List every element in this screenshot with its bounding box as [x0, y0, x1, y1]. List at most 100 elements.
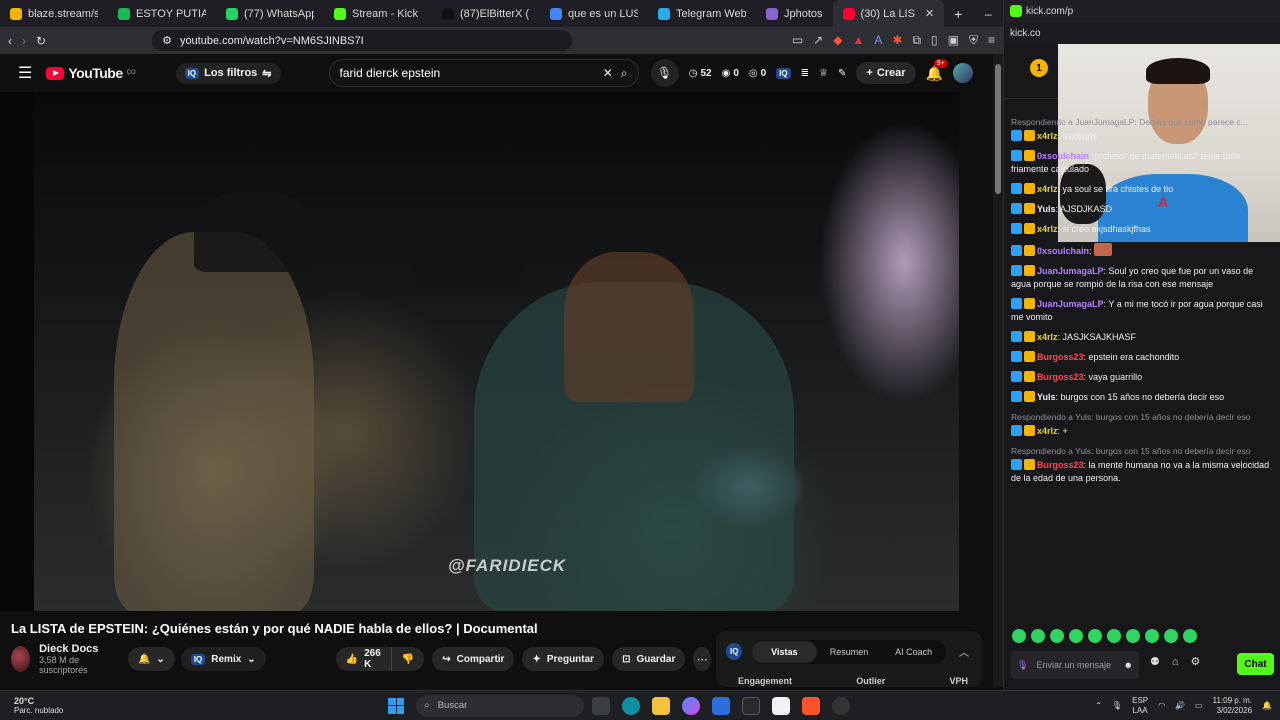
emote-icon[interactable]	[1050, 629, 1064, 643]
cast-icon[interactable]: ▭	[792, 33, 803, 48]
task-view-icon[interactable]	[592, 696, 611, 715]
store-icon[interactable]	[712, 696, 731, 715]
emote-icon[interactable]	[1183, 629, 1197, 643]
brave-shield-icon[interactable]: ◆	[833, 33, 842, 48]
settings-icon[interactable]: ⚙	[1191, 655, 1201, 668]
like-button[interactable]: 👍 266 K	[335, 647, 391, 671]
save-button[interactable]: ⊡ Guardar	[612, 647, 686, 671]
chat-username[interactable]: Yuls	[1037, 392, 1056, 402]
browser-tab[interactable]: Stream - Kick Da	[324, 0, 432, 27]
chat-message[interactable]: x4rlz: asjdjsjds	[1011, 130, 1273, 143]
chat-username[interactable]: Burgoss23	[1037, 352, 1084, 362]
start-button[interactable]	[388, 697, 405, 714]
browser-tab[interactable]: Telegram Web	[648, 0, 756, 27]
obs-icon[interactable]	[832, 696, 851, 715]
channel-name[interactable]: Dieck Docs	[39, 643, 106, 655]
clear-search-icon[interactable]: ✕	[603, 66, 613, 80]
subscribe-bell-button[interactable]: 🔔 ⌄	[127, 647, 175, 671]
emote-icon[interactable]	[1069, 629, 1083, 643]
browser-tab[interactable]: Jphotos	[756, 0, 833, 27]
chat-username[interactable]: Yuls	[1037, 204, 1056, 214]
chat-message[interactable]: x4rlz: si creo akjsdhaskjfhas	[1011, 223, 1273, 236]
emote-icon[interactable]	[1126, 629, 1140, 643]
edge-icon[interactable]	[622, 696, 641, 715]
voice-search-button[interactable]: 🎙	[650, 59, 679, 87]
notifications-tray-icon[interactable]: 🔔	[1262, 701, 1272, 710]
close-tab-icon[interactable]: ✕	[925, 7, 934, 20]
mic-icon[interactable]: 🎙	[1017, 660, 1028, 671]
tab-ai-coach[interactable]: AI Coach	[881, 647, 946, 657]
iq-icon[interactable]: IQ	[776, 67, 791, 79]
browser-tab[interactable]: blaze.stream/stre	[0, 0, 108, 27]
browser-tab[interactable]: (77) WhatsApp	[216, 0, 324, 27]
chat-username[interactable]: x4rlz	[1037, 426, 1058, 436]
sidebar-icon[interactable]: ▯	[931, 33, 938, 48]
page-scrollbar[interactable]	[993, 54, 1003, 687]
extensions-puzzle-icon[interactable]: ⧉	[912, 33, 921, 48]
file-explorer-icon[interactable]	[652, 696, 671, 715]
copilot-icon[interactable]	[682, 696, 701, 715]
edit-icon[interactable]: ✎	[838, 68, 846, 79]
battery-icon[interactable]: ▭	[1195, 701, 1203, 710]
scrollbar-thumb[interactable]	[995, 64, 1001, 194]
chevron-up-icon[interactable]: ⌃	[1095, 701, 1102, 710]
chat-message[interactable]: 0xsoulchain: profesor de matematicas? te…	[1011, 150, 1273, 176]
share-icon[interactable]: ↗	[813, 33, 823, 48]
mic-tray-icon[interactable]: 🎙	[1112, 701, 1122, 710]
emote-icon[interactable]	[1164, 629, 1178, 643]
chat-message[interactable]: x4rlz: ya soul se tira chistes de tio	[1011, 183, 1273, 196]
volume-icon[interactable]: 🔊	[1175, 701, 1185, 710]
clock[interactable]: 11:09 p. m. 3/02/2026	[1213, 696, 1252, 716]
language-indicator[interactable]: ESP LAA	[1132, 696, 1148, 716]
menu-hamburger-icon[interactable]: ☰	[18, 63, 32, 83]
taskbar-search[interactable]: ⌕ Buscar	[416, 694, 585, 717]
send-chat-button[interactable]: Chat	[1237, 653, 1274, 675]
emote-icon[interactable]	[1107, 629, 1121, 643]
chat-message[interactable]: Burgoss23: la mente humana no va a la mi…	[1011, 459, 1273, 485]
more-actions-button[interactable]: ⋯	[693, 647, 711, 671]
chat-username[interactable]: x4rlz	[1037, 184, 1058, 194]
remix-button[interactable]: IQ Remix ⌄	[180, 647, 266, 671]
capcut-icon[interactable]	[772, 696, 791, 715]
minimize-button[interactable]: –	[972, 7, 1004, 21]
tab-resumen[interactable]: Resumen	[817, 647, 882, 657]
chat-username[interactable]: x4rlz	[1037, 131, 1058, 141]
chat-username[interactable]: x4rlz	[1037, 332, 1058, 342]
menu-icon[interactable]: ≡	[988, 33, 995, 48]
chat-message[interactable]: x4rlz: JASJKSAJKHASF	[1011, 331, 1273, 344]
list-icon[interactable]: ≣	[801, 68, 809, 79]
browser-tab[interactable]: que es un LUSH	[540, 0, 648, 27]
wallet-icon[interactable]: ▣	[948, 33, 959, 48]
brave-icon[interactable]	[802, 696, 821, 715]
chat-message[interactable]: Yuls: AJSDJKASD	[1011, 203, 1273, 216]
weather-widget[interactable]: 20°C Parc. nublado	[14, 696, 63, 716]
channel-avatar[interactable]	[11, 646, 31, 672]
video-player[interactable]: @FARIDIECK	[34, 92, 959, 611]
terminal-icon[interactable]	[742, 696, 761, 715]
share-button[interactable]: ↪ Compartir	[432, 647, 515, 671]
tab-vistas[interactable]: Vistas	[752, 641, 817, 663]
search-input[interactable]: farid dierck epstein	[340, 66, 595, 80]
points-icon[interactable]: ⚉	[1150, 655, 1160, 668]
youtube-logo[interactable]: YouTube CO	[46, 65, 136, 81]
search-icon[interactable]: ⌕	[621, 66, 628, 81]
emoji-icon[interactable]: ☻	[1124, 660, 1133, 670]
chat-username[interactable]: JuanJumagaLP	[1037, 299, 1104, 309]
wifi-icon[interactable]: ◠	[1158, 701, 1165, 710]
forward-icon[interactable]: ›	[22, 34, 26, 48]
gift-icon[interactable]: ⌂	[1172, 656, 1179, 668]
address-bar[interactable]: ⚙ youtube.com/watch?v=NM6SJINBS7I	[152, 30, 573, 51]
chat-input[interactable]: 🎙 Enviar un mensaje ☻	[1011, 651, 1139, 679]
chat-username[interactable]: Burgoss23	[1037, 372, 1084, 382]
browser-tab[interactable]: ESTOY PUTIA	[108, 0, 216, 27]
browser-tab[interactable]: (87)ElBitterX (@el	[432, 0, 540, 27]
chat-message[interactable]: Burgoss23: vaya guarrillo	[1011, 371, 1273, 384]
vpn-icon[interactable]: ⛨	[969, 33, 978, 48]
chat-message[interactable]: 0xsoulchain:	[1011, 243, 1273, 258]
site-info-icon[interactable]: ⚙	[162, 34, 172, 47]
rewards-icon[interactable]: ▲	[852, 33, 864, 48]
collapse-icon[interactable]: ︿	[959, 644, 969, 659]
chat-username[interactable]: 0xsoulchain	[1037, 151, 1089, 161]
search-box[interactable]: farid dierck epstein ✕ ⌕	[328, 59, 639, 87]
dislike-button[interactable]: 👎	[390, 647, 425, 671]
